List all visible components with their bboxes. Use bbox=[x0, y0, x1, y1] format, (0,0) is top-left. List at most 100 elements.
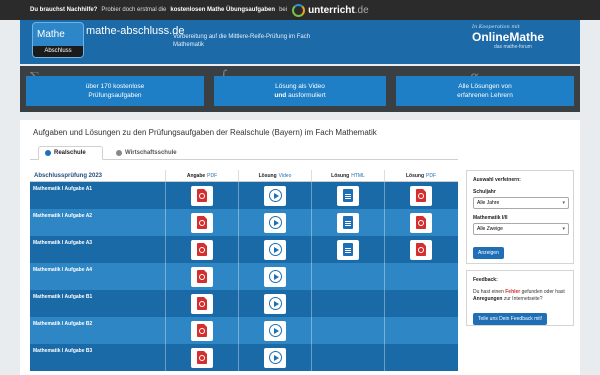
table-cell bbox=[311, 290, 384, 317]
logo-text-mathe: Mathe bbox=[37, 29, 65, 40]
table-cell bbox=[384, 344, 457, 371]
unterricht-brand-link[interactable]: unterricht.de bbox=[308, 5, 369, 16]
play-icon bbox=[268, 270, 282, 283]
table-cell bbox=[165, 290, 238, 317]
play-link[interactable] bbox=[264, 320, 286, 341]
pdf-link[interactable] bbox=[191, 212, 213, 233]
tab-realschule[interactable]: Realschule bbox=[38, 146, 103, 160]
pdf-link[interactable] bbox=[191, 347, 213, 368]
feedback-title: Feedback: bbox=[473, 277, 498, 283]
tab-wirtschaftsschule[interactable]: Wirtschaftsschule bbox=[110, 146, 190, 160]
table-cell bbox=[311, 182, 384, 209]
task-label: Mathematik I Aufgabe B1 bbox=[33, 294, 93, 300]
pdf-link[interactable] bbox=[191, 293, 213, 314]
table-cell bbox=[238, 344, 311, 371]
html-link[interactable] bbox=[337, 239, 359, 260]
table-cell bbox=[384, 263, 457, 290]
play-link[interactable] bbox=[264, 185, 286, 206]
promo-question: Du brauchst Nachhilfe? bbox=[30, 7, 98, 13]
pdf-link[interactable] bbox=[410, 239, 432, 260]
pdf-icon bbox=[416, 216, 426, 229]
hero-button-aufgaben[interactable]: über 170 kostenlose Prüfungsaufgaben bbox=[26, 76, 204, 106]
play-link[interactable] bbox=[264, 347, 286, 368]
table-cell bbox=[165, 263, 238, 290]
table-row: Mathematik I Aufgabe B1 bbox=[30, 290, 458, 317]
pdf-link[interactable] bbox=[191, 266, 213, 287]
table-cell bbox=[238, 236, 311, 263]
table-body: Mathematik I Aufgabe A1 Mathematik I Aufg… bbox=[30, 182, 458, 371]
column-header: Lösung Video bbox=[238, 170, 311, 181]
mathe-zweig-label: Mathematik I/II bbox=[473, 215, 508, 221]
column-header: Lösung HTML bbox=[311, 170, 384, 181]
promo-highlight-link[interactable]: kostenlosen Mathe Übungsaufgaben bbox=[170, 7, 275, 13]
school-tabs: Realschule Wirtschaftsschule bbox=[30, 146, 458, 160]
task-label: Mathematik I Aufgabe A1 bbox=[33, 186, 93, 192]
table-cell bbox=[384, 182, 457, 209]
table-cell bbox=[238, 182, 311, 209]
table-cell bbox=[384, 209, 457, 236]
table-cell bbox=[311, 236, 384, 263]
play-icon bbox=[268, 189, 282, 202]
hero-banner: ∑ √ ∫ π α β über 170 kostenlose Prüfungs… bbox=[20, 66, 580, 112]
table-row: Mathematik I Aufgabe A1 bbox=[30, 182, 458, 209]
table-cell bbox=[165, 236, 238, 263]
table-cell bbox=[384, 290, 457, 317]
pdf-icon bbox=[197, 351, 207, 364]
logo-text-abschluss: Abschluss bbox=[33, 46, 83, 57]
hero-button-lehrer[interactable]: Alle Lösungen von erfahrenen Lehrern bbox=[396, 76, 574, 106]
pdf-link[interactable] bbox=[191, 239, 213, 260]
pdf-icon bbox=[197, 270, 207, 283]
feedback-text: Du hast einen Fehler gefunden oder hast … bbox=[473, 289, 565, 302]
pdf-icon bbox=[197, 243, 207, 256]
filter-panel: Auswahl verfeinern: Schuljahr Alle Jahre… bbox=[466, 170, 574, 264]
partner-sub: das mathe-forum bbox=[494, 44, 532, 50]
play-link[interactable] bbox=[264, 239, 286, 260]
play-icon bbox=[268, 216, 282, 229]
promo-text-bei: bei bbox=[279, 7, 288, 13]
pdf-link[interactable] bbox=[191, 320, 213, 341]
partner-logo[interactable]: In Kooperation mit OnlineMathe das mathe… bbox=[472, 24, 562, 50]
table-row: Mathematik I Aufgabe B2 bbox=[30, 317, 458, 344]
circle-plus-icon bbox=[116, 150, 122, 156]
hero-button-loesung[interactable]: Lösung als Video und ausformuliert bbox=[214, 76, 386, 106]
table-cell bbox=[384, 317, 457, 344]
top-promo-bar: Du brauchst Nachhilfe? Probier doch erst… bbox=[0, 0, 600, 20]
table-row: Mathematik I Aufgabe B3 bbox=[30, 344, 458, 371]
play-link[interactable] bbox=[264, 212, 286, 233]
page-title: Aufgaben und Lösungen zu den Prüfungsauf… bbox=[33, 128, 377, 137]
tasks-table: Abschlussprüfung 2023 Angabe PDF Lösung Vi… bbox=[30, 170, 458, 371]
play-link[interactable] bbox=[264, 293, 286, 314]
table-row: Mathematik I Aufgabe A4 bbox=[30, 263, 458, 290]
table-cell bbox=[165, 317, 238, 344]
table-cell bbox=[238, 209, 311, 236]
chevron-down-icon: ▾ bbox=[562, 200, 565, 206]
task-label: Mathematik I Aufgabe B3 bbox=[33, 348, 93, 354]
feedback-panel: Feedback: Du hast einen Fehler gefunden … bbox=[466, 270, 574, 326]
pdf-link[interactable] bbox=[191, 185, 213, 206]
pdf-icon bbox=[197, 216, 207, 229]
task-label: Mathematik I Aufgabe A2 bbox=[33, 213, 93, 219]
feedback-button[interactable]: Teile uns Dein Feedback mit! bbox=[473, 313, 548, 325]
pdf-link[interactable] bbox=[410, 212, 432, 233]
column-header: Lösung PDF bbox=[384, 170, 457, 181]
html-link[interactable] bbox=[337, 185, 359, 206]
play-icon bbox=[268, 351, 282, 364]
task-label: Mathematik I Aufgabe A3 bbox=[33, 240, 93, 246]
pdf-icon bbox=[416, 189, 426, 202]
pdf-link[interactable] bbox=[410, 185, 432, 206]
mathe-zweig-select[interactable]: Alle Zweige ▾ bbox=[473, 223, 569, 235]
play-icon bbox=[268, 324, 282, 337]
anzeigen-button[interactable]: Anzeigen bbox=[473, 247, 504, 259]
play-link[interactable] bbox=[264, 266, 286, 287]
promo-text: Probier doch erstmal die bbox=[101, 7, 167, 13]
site-logo[interactable]: Mathe Abschluss bbox=[32, 22, 84, 58]
partner-name: OnlineMathe bbox=[472, 30, 545, 44]
html-link[interactable] bbox=[337, 212, 359, 233]
pdf-icon bbox=[197, 189, 207, 202]
pdf-icon bbox=[416, 243, 426, 256]
table-cell bbox=[311, 209, 384, 236]
site-subtitle: Vorbereitung auf die Mittlere-Reife-Prüf… bbox=[173, 34, 311, 48]
table-cell bbox=[165, 344, 238, 371]
schuljahr-select[interactable]: Alle Jahre ▾ bbox=[473, 197, 569, 209]
table-cell bbox=[165, 209, 238, 236]
